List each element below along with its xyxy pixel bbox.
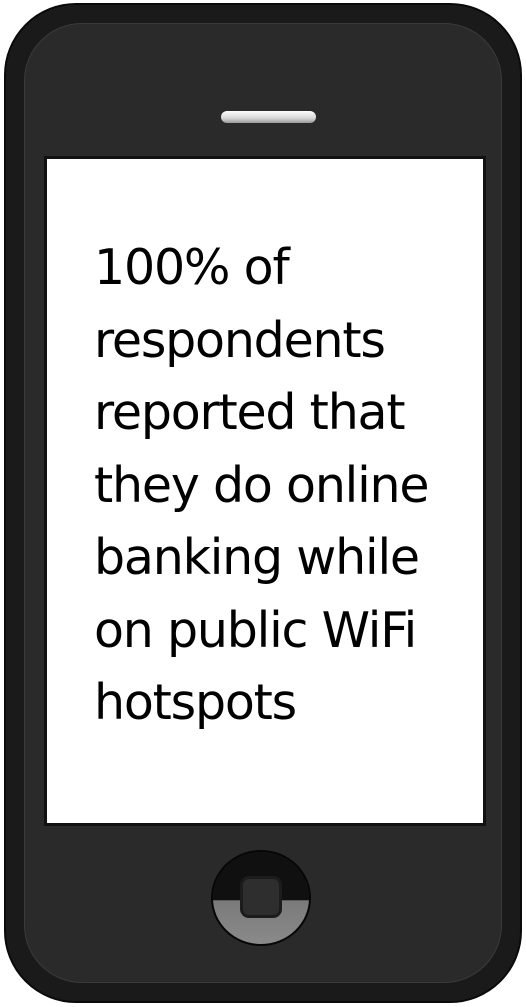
statement-line: respondents	[94, 311, 386, 369]
statement-line: 100% of	[94, 239, 290, 296]
home-button-icon[interactable]	[213, 852, 309, 944]
survey-statement: 100% of respondents reported that they d…	[94, 232, 474, 740]
statement-line: they do online	[94, 456, 430, 514]
phone-screen: 100% of respondents reported that they d…	[44, 156, 486, 826]
home-square-icon	[240, 876, 282, 918]
statement-line: on public WiFi	[94, 601, 417, 659]
statement-line: hotspots	[94, 674, 297, 731]
statement-line: reported that	[94, 384, 406, 441]
speaker-grille-icon	[221, 111, 316, 123]
statement-line: banking while	[94, 529, 420, 586]
